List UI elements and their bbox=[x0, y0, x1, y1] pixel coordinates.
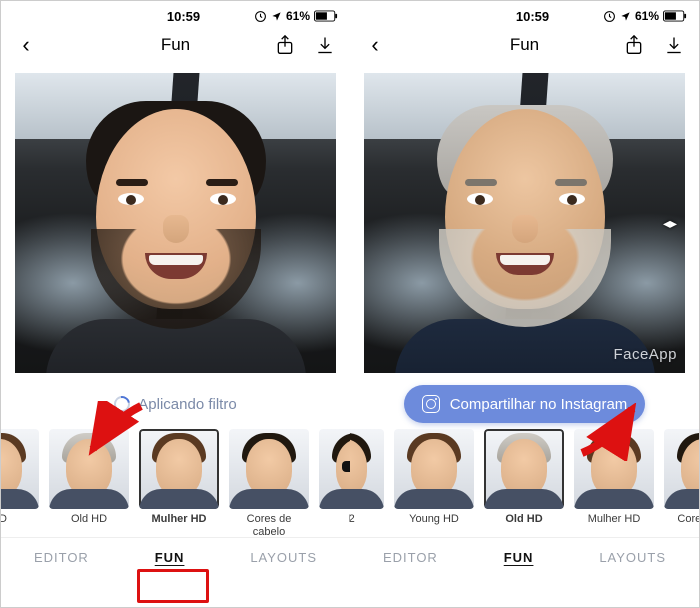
filter-label: Cores de cabelo bbox=[229, 513, 309, 537]
share-label: Compartilhar no Instagram bbox=[450, 396, 628, 413]
download-icon[interactable] bbox=[314, 34, 336, 56]
battery-pct: 61% bbox=[635, 9, 659, 23]
status-row: Aplicando filtro bbox=[1, 379, 350, 429]
filter-label: Mulher HD bbox=[139, 513, 219, 537]
filter-strip[interactable]: HD Old HD Mulher HD Cores de cabelo Esti… bbox=[1, 429, 350, 537]
tab-layouts[interactable]: LAYOUTS bbox=[240, 546, 327, 569]
instagram-icon bbox=[422, 395, 440, 413]
battery-icon bbox=[314, 10, 338, 22]
tab-editor[interactable]: EDITOR bbox=[373, 546, 448, 569]
back-button[interactable]: ‹ bbox=[364, 34, 386, 56]
share-icon[interactable] bbox=[623, 34, 645, 56]
share-icon[interactable] bbox=[274, 34, 296, 56]
status-time: 10:59 bbox=[516, 9, 549, 24]
share-row: Compartilhar no Instagram bbox=[350, 379, 699, 429]
nav-bar: ‹ Fun bbox=[350, 27, 699, 63]
filter-label: od 2 bbox=[350, 513, 384, 537]
filter-label: Old HD bbox=[49, 513, 129, 537]
status-right: 61% bbox=[603, 9, 687, 23]
filter-label: HD bbox=[1, 513, 39, 537]
share-instagram-button[interactable]: Compartilhar no Instagram bbox=[404, 385, 646, 423]
orientation-lock-icon bbox=[254, 10, 267, 23]
status-text: Aplicando filtro bbox=[138, 396, 236, 413]
location-icon bbox=[620, 11, 631, 22]
compare-icon[interactable]: ◂▸ bbox=[659, 212, 681, 234]
filter-item-cores[interactable]: Cores de cabelo bbox=[229, 429, 309, 537]
filter-label: Young HD bbox=[394, 513, 474, 537]
spinner-icon bbox=[111, 393, 133, 415]
tab-fun[interactable]: FUN bbox=[494, 546, 544, 569]
phone-right: 10:59 61% ‹ Fun bbox=[350, 1, 699, 607]
filter-label: Cores de c bbox=[664, 513, 699, 537]
download-icon[interactable] bbox=[663, 34, 685, 56]
filter-item-young-hd[interactable]: Young HD bbox=[394, 429, 474, 537]
filter-label: Mulher HD bbox=[574, 513, 654, 537]
tab-editor[interactable]: EDITOR bbox=[24, 546, 99, 569]
battery-icon bbox=[663, 10, 687, 22]
location-icon bbox=[271, 11, 282, 22]
status-bar: 10:59 61% bbox=[350, 1, 699, 27]
filter-item[interactable]: Cores de c bbox=[664, 429, 699, 537]
main-photo[interactable]: FaceApp ◂▸ bbox=[364, 73, 685, 373]
filter-label: Old HD bbox=[484, 513, 564, 537]
status-right: 61% bbox=[254, 9, 338, 23]
filter-item-old-hd[interactable]: Old HD bbox=[49, 429, 129, 537]
phone-left: 10:59 61% ‹ Fun bbox=[1, 1, 350, 607]
tab-layouts[interactable]: LAYOUTS bbox=[589, 546, 676, 569]
filter-label: Estil bbox=[319, 513, 350, 537]
battery-pct: 61% bbox=[286, 9, 310, 23]
filter-item[interactable]: HD bbox=[1, 429, 39, 537]
status-bar: 10:59 61% bbox=[1, 1, 350, 27]
back-button[interactable]: ‹ bbox=[15, 34, 37, 56]
filter-item-old-hd[interactable]: Old HD bbox=[484, 429, 564, 537]
bottom-tabs: EDITOR FUN LAYOUTS bbox=[350, 537, 699, 577]
filter-item-mulher-hd[interactable]: Mulher HD bbox=[574, 429, 654, 537]
tab-fun[interactable]: FUN bbox=[145, 546, 195, 569]
bottom-tabs: EDITOR FUN LAYOUTS bbox=[1, 537, 350, 577]
main-photo[interactable] bbox=[15, 73, 336, 373]
filter-item[interactable]: od 2 bbox=[350, 429, 384, 537]
nav-bar: ‹ Fun bbox=[1, 27, 350, 63]
filter-strip[interactable]: od 2 Young HD Old HD Mulher HD Cores de … bbox=[350, 429, 699, 537]
filter-item[interactable]: Estil bbox=[319, 429, 350, 537]
status-time: 10:59 bbox=[167, 9, 200, 24]
filter-item-mulher-hd[interactable]: Mulher HD bbox=[139, 429, 219, 537]
watermark: FaceApp bbox=[613, 346, 677, 363]
orientation-lock-icon bbox=[603, 10, 616, 23]
